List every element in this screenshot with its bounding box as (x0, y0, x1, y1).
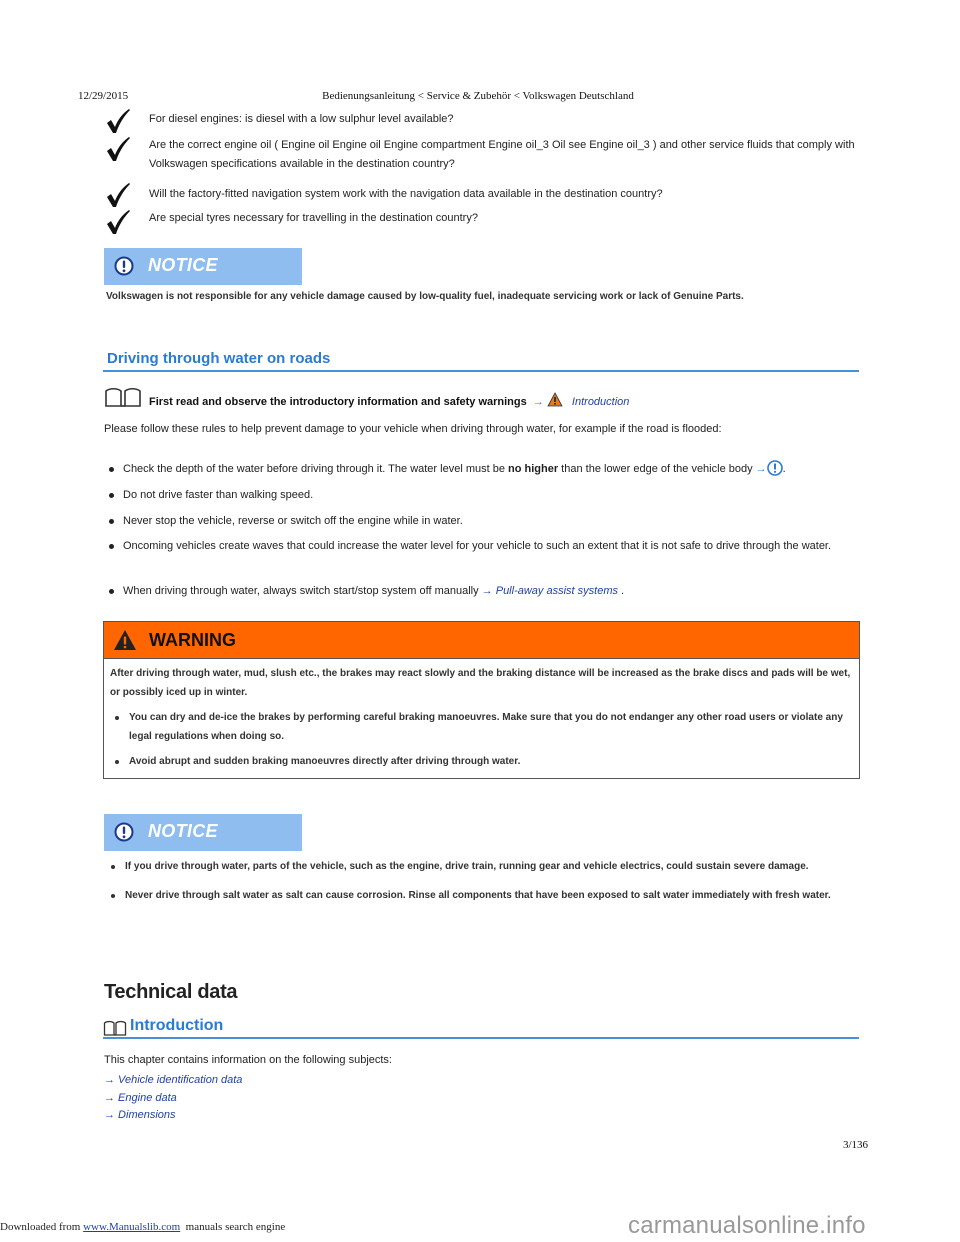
footer: Downloaded from www.Manualslib.com manua… (0, 1221, 286, 1233)
section-title: Driving through water on roads (107, 350, 331, 367)
introduction-heading: Introduction (103, 1017, 859, 1039)
warning-triangle-icon (114, 630, 136, 650)
watermark: carmanualsonline.info (628, 1212, 866, 1239)
vehicle-identification-link[interactable]: → Vehicle identification data (104, 1072, 242, 1090)
checklist-item: Are special tyres necessary for travelli… (104, 209, 864, 235)
checklist: For diesel engines: is diesel with a low… (104, 108, 864, 235)
chapter-text: This chapter contains information on the… (104, 1054, 392, 1066)
exclamation-circle-icon (114, 822, 134, 842)
notice-header: NOTICE (104, 248, 302, 285)
dimensions-link[interactable]: → Dimensions (104, 1107, 242, 1125)
warning-bullet: Avoid abrupt and sudden braking manoeuvr… (110, 752, 855, 771)
book-icon (105, 387, 141, 407)
warning-text: After driving through water, mud, slush … (110, 668, 851, 698)
notice-list: If you drive through water, parts of the… (106, 857, 856, 915)
exclamation-circle-icon (114, 256, 134, 276)
warning-label: WARNING (149, 630, 236, 650)
notice-link-icon[interactable] (766, 460, 783, 476)
notice-label: NOTICE (148, 255, 218, 275)
warning-header: WARNING (104, 622, 859, 659)
checkmark-icon (107, 183, 130, 207)
pull-away-assist-link[interactable]: → Pull-away assist systems (482, 585, 618, 597)
header-title: Bedienungsanleitung < Service & Zubehör … (322, 90, 634, 102)
checklist-text: For diesel engines: is diesel with a low… (149, 113, 454, 125)
checklist-text: Are special tyres necessary for travelli… (149, 212, 478, 224)
section-paragraph: Please follow these rules to help preven… (104, 423, 722, 435)
section-heading: Driving through water on roads (103, 350, 859, 372)
arrow-icon: → (755, 463, 767, 475)
technical-data-heading: Technical data (104, 981, 238, 1003)
checklist-text: Will the factory-fitted navigation syste… (149, 188, 663, 200)
list-item: When driving through water, always switc… (104, 582, 854, 601)
warning-body: After driving through water, mud, slush … (110, 664, 855, 771)
warning-box: WARNING After driving through water, mud… (103, 621, 860, 779)
checkmark-icon (107, 109, 130, 133)
intro-text: First read and observe the introductory … (149, 392, 629, 408)
introduction-link[interactable]: Introduction (572, 396, 629, 408)
water-rules-list: Check the depth of the water before driv… (104, 460, 854, 601)
warning-triangle-icon (547, 392, 563, 407)
engine-data-link[interactable]: → Engine data (104, 1090, 242, 1108)
list-item: Oncoming vehicles create waves that coul… (104, 537, 854, 582)
checklist-item: Will the factory-fitted navigation syste… (104, 182, 864, 209)
notice-bullet: Never drive through salt water as salt c… (106, 886, 856, 905)
book-icon (103, 1020, 127, 1036)
page-number: 3/136 (843, 1139, 869, 1151)
subject-links: → Vehicle identification data → Engine d… (104, 1072, 242, 1125)
list-item: Check the depth of the water before driv… (104, 460, 854, 486)
notice-label: NOTICE (148, 821, 218, 841)
notice-text: Volkswagen is not responsible for any ve… (106, 291, 744, 302)
checkmark-icon (107, 137, 130, 161)
list-item: Do not drive faster than walking speed. (104, 486, 854, 512)
manualslib-link[interactable]: www.Manualslib.com (83, 1221, 180, 1233)
arrow-icon: → (532, 396, 544, 408)
notice-header: NOTICE (104, 814, 302, 851)
introduction-title: Introduction (130, 1017, 224, 1034)
list-item: Never stop the vehicle, reverse or switc… (104, 512, 854, 537)
checkmark-icon (107, 210, 130, 234)
checklist-text: Are the correct engine oil ( Engine oil … (149, 139, 855, 170)
notice-bullet: If you drive through water, parts of the… (106, 857, 856, 876)
checklist-item: For diesel engines: is diesel with a low… (104, 108, 864, 136)
checklist-item: Are the correct engine oil ( Engine oil … (104, 136, 864, 182)
warning-bullet: You can dry and de-ice the brakes by per… (110, 708, 855, 746)
